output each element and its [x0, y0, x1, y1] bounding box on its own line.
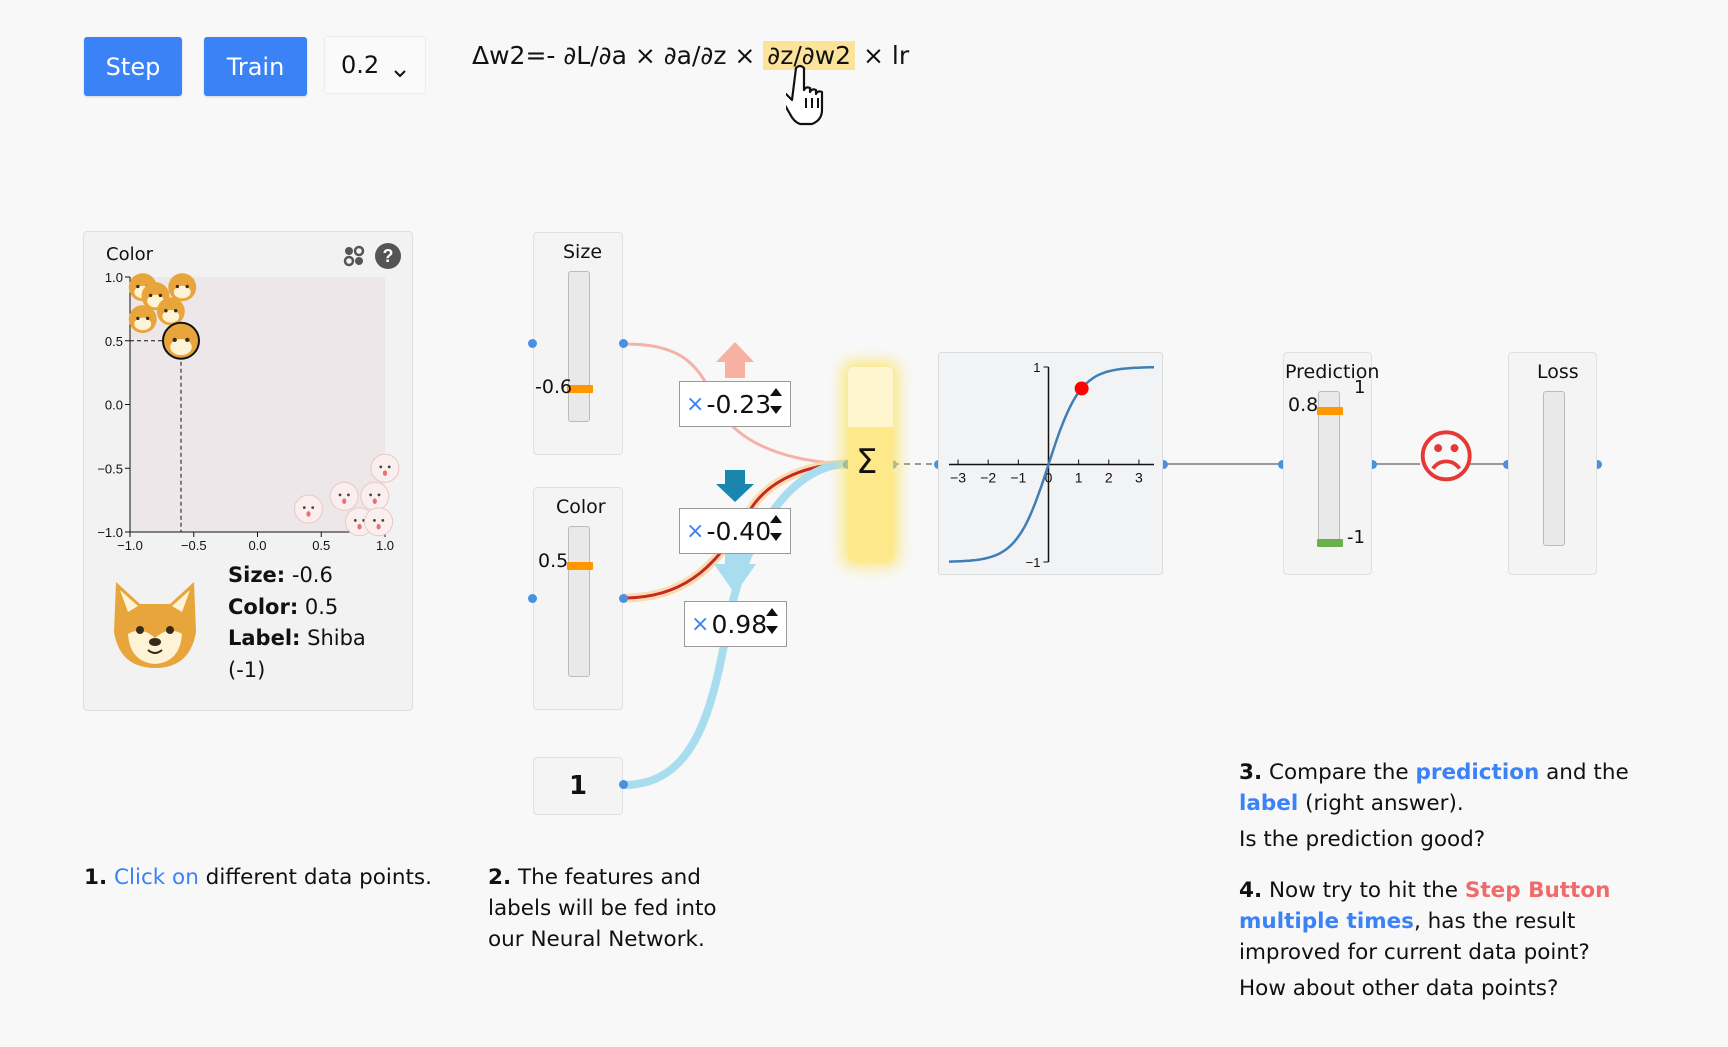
size-slider[interactable] [567, 271, 593, 422]
loss-title: Loss [1537, 361, 1579, 383]
step-4-a: Now try to hit the [1262, 878, 1465, 903]
activation-x-tick-label: 2 [1105, 470, 1113, 486]
activation-y-tick-label: −1 [1026, 555, 1041, 570]
bias-value: 1 [568, 771, 588, 801]
weight-1-multiply: × [686, 391, 705, 417]
activation-y-tick-label: 1 [1033, 360, 1040, 375]
up-arrow-icon [716, 342, 754, 378]
size-feature-panel: Size [533, 232, 623, 455]
color-output-dot[interactable] [619, 594, 628, 603]
weight-1-stepper[interactable] [768, 388, 784, 422]
weight-2-value: -0.40 [706, 516, 772, 546]
instruction-step-2: 2. The features and labels will be fed i… [488, 862, 718, 955]
size-input-dot [528, 339, 537, 348]
activation-chart[interactable]: −3 −2 −1 0 1 2 31−1 [939, 353, 1164, 576]
prediction-bar [1317, 391, 1343, 547]
color-feature-panel: Color [533, 487, 623, 710]
step-3-b: and the [1539, 760, 1629, 785]
sigma-icon: Σ [856, 442, 878, 482]
weight-3-value: 0.98 [711, 609, 768, 639]
instruction-step-4: 4. Now try to hit the Step Button multip… [1239, 875, 1679, 1004]
sum-node-empty [848, 367, 893, 427]
weight-1-input[interactable]: × -0.23 [679, 381, 791, 427]
activation-marker [1074, 381, 1089, 396]
step-4-number: 4. [1239, 878, 1263, 903]
loss-bar [1543, 391, 1565, 546]
color-input-dot [528, 594, 537, 603]
color-slider-thumb[interactable] [567, 562, 593, 571]
weight-2-input[interactable]: × -0.40 [679, 508, 791, 554]
loss-panel: Loss [1508, 352, 1597, 575]
step-3-question: Is the prediction good? [1239, 827, 1486, 852]
instruction-step-3: 3. Compare the prediction and the label … [1239, 757, 1679, 855]
prediction-value: 0.8 [1288, 394, 1319, 416]
weight-1-value: -0.23 [706, 389, 772, 419]
size-feature-title: Size [563, 241, 603, 263]
step-2-number: 2. [488, 865, 512, 890]
color-slider[interactable] [567, 526, 593, 677]
instruction-step-1: 1. Click on different data points. [84, 862, 432, 893]
color-feature-title: Color [556, 496, 606, 518]
down-arrow-icon [716, 470, 754, 502]
activation-x-tick-label: −3 [950, 470, 966, 486]
size-feature-value: -0.6 [535, 376, 573, 398]
size-output-dot[interactable] [619, 339, 628, 348]
weight-3-multiply: × [691, 611, 710, 637]
sum-node: Σ [848, 367, 893, 561]
weight-3-input[interactable]: × 0.98 [684, 601, 787, 647]
bias-panel[interactable]: 1 [533, 757, 623, 815]
step-3-number: 3. [1239, 760, 1263, 785]
step-2-text: The features and labels will be fed into… [488, 865, 717, 952]
weight-2-stepper[interactable] [768, 515, 784, 549]
weight-2-multiply: × [686, 518, 705, 544]
multiple-times-text: multiple times [1239, 909, 1414, 934]
activation-x-tick-label: 1 [1075, 470, 1083, 486]
sad-face-icon: ☹ [1416, 423, 1477, 491]
step-1-text: different data points. [198, 865, 432, 890]
label-link: label [1239, 791, 1299, 816]
step-1-number: 1. [84, 865, 108, 890]
step-3-c: (right answer). [1298, 791, 1464, 816]
click-on-link[interactable]: Click on [114, 865, 199, 890]
step-4-question: How about other data points? [1239, 976, 1559, 1001]
activation-panel: −3 −2 −1 0 1 2 3 1 −1 [938, 352, 1163, 575]
prediction-panel: Prediction 1 -1 [1283, 352, 1379, 575]
activation-x-tick-label: −1 [1010, 470, 1026, 486]
prediction-marker [1317, 406, 1343, 415]
step-button-link[interactable]: Step Button [1465, 878, 1611, 903]
prediction-top-tick: 1 [1354, 377, 1366, 398]
label-marker [1317, 539, 1343, 547]
step-3-a: Compare the [1262, 760, 1416, 785]
prediction-link: prediction [1415, 760, 1540, 785]
color-feature-value: 0.5 [538, 550, 569, 572]
prediction-bottom-tick: -1 [1347, 527, 1365, 548]
weight-3-stepper[interactable] [764, 608, 780, 642]
bias-output-dot[interactable] [619, 780, 628, 789]
activation-x-tick-label: −2 [980, 470, 996, 486]
activation-x-tick-label: 3 [1135, 470, 1143, 486]
